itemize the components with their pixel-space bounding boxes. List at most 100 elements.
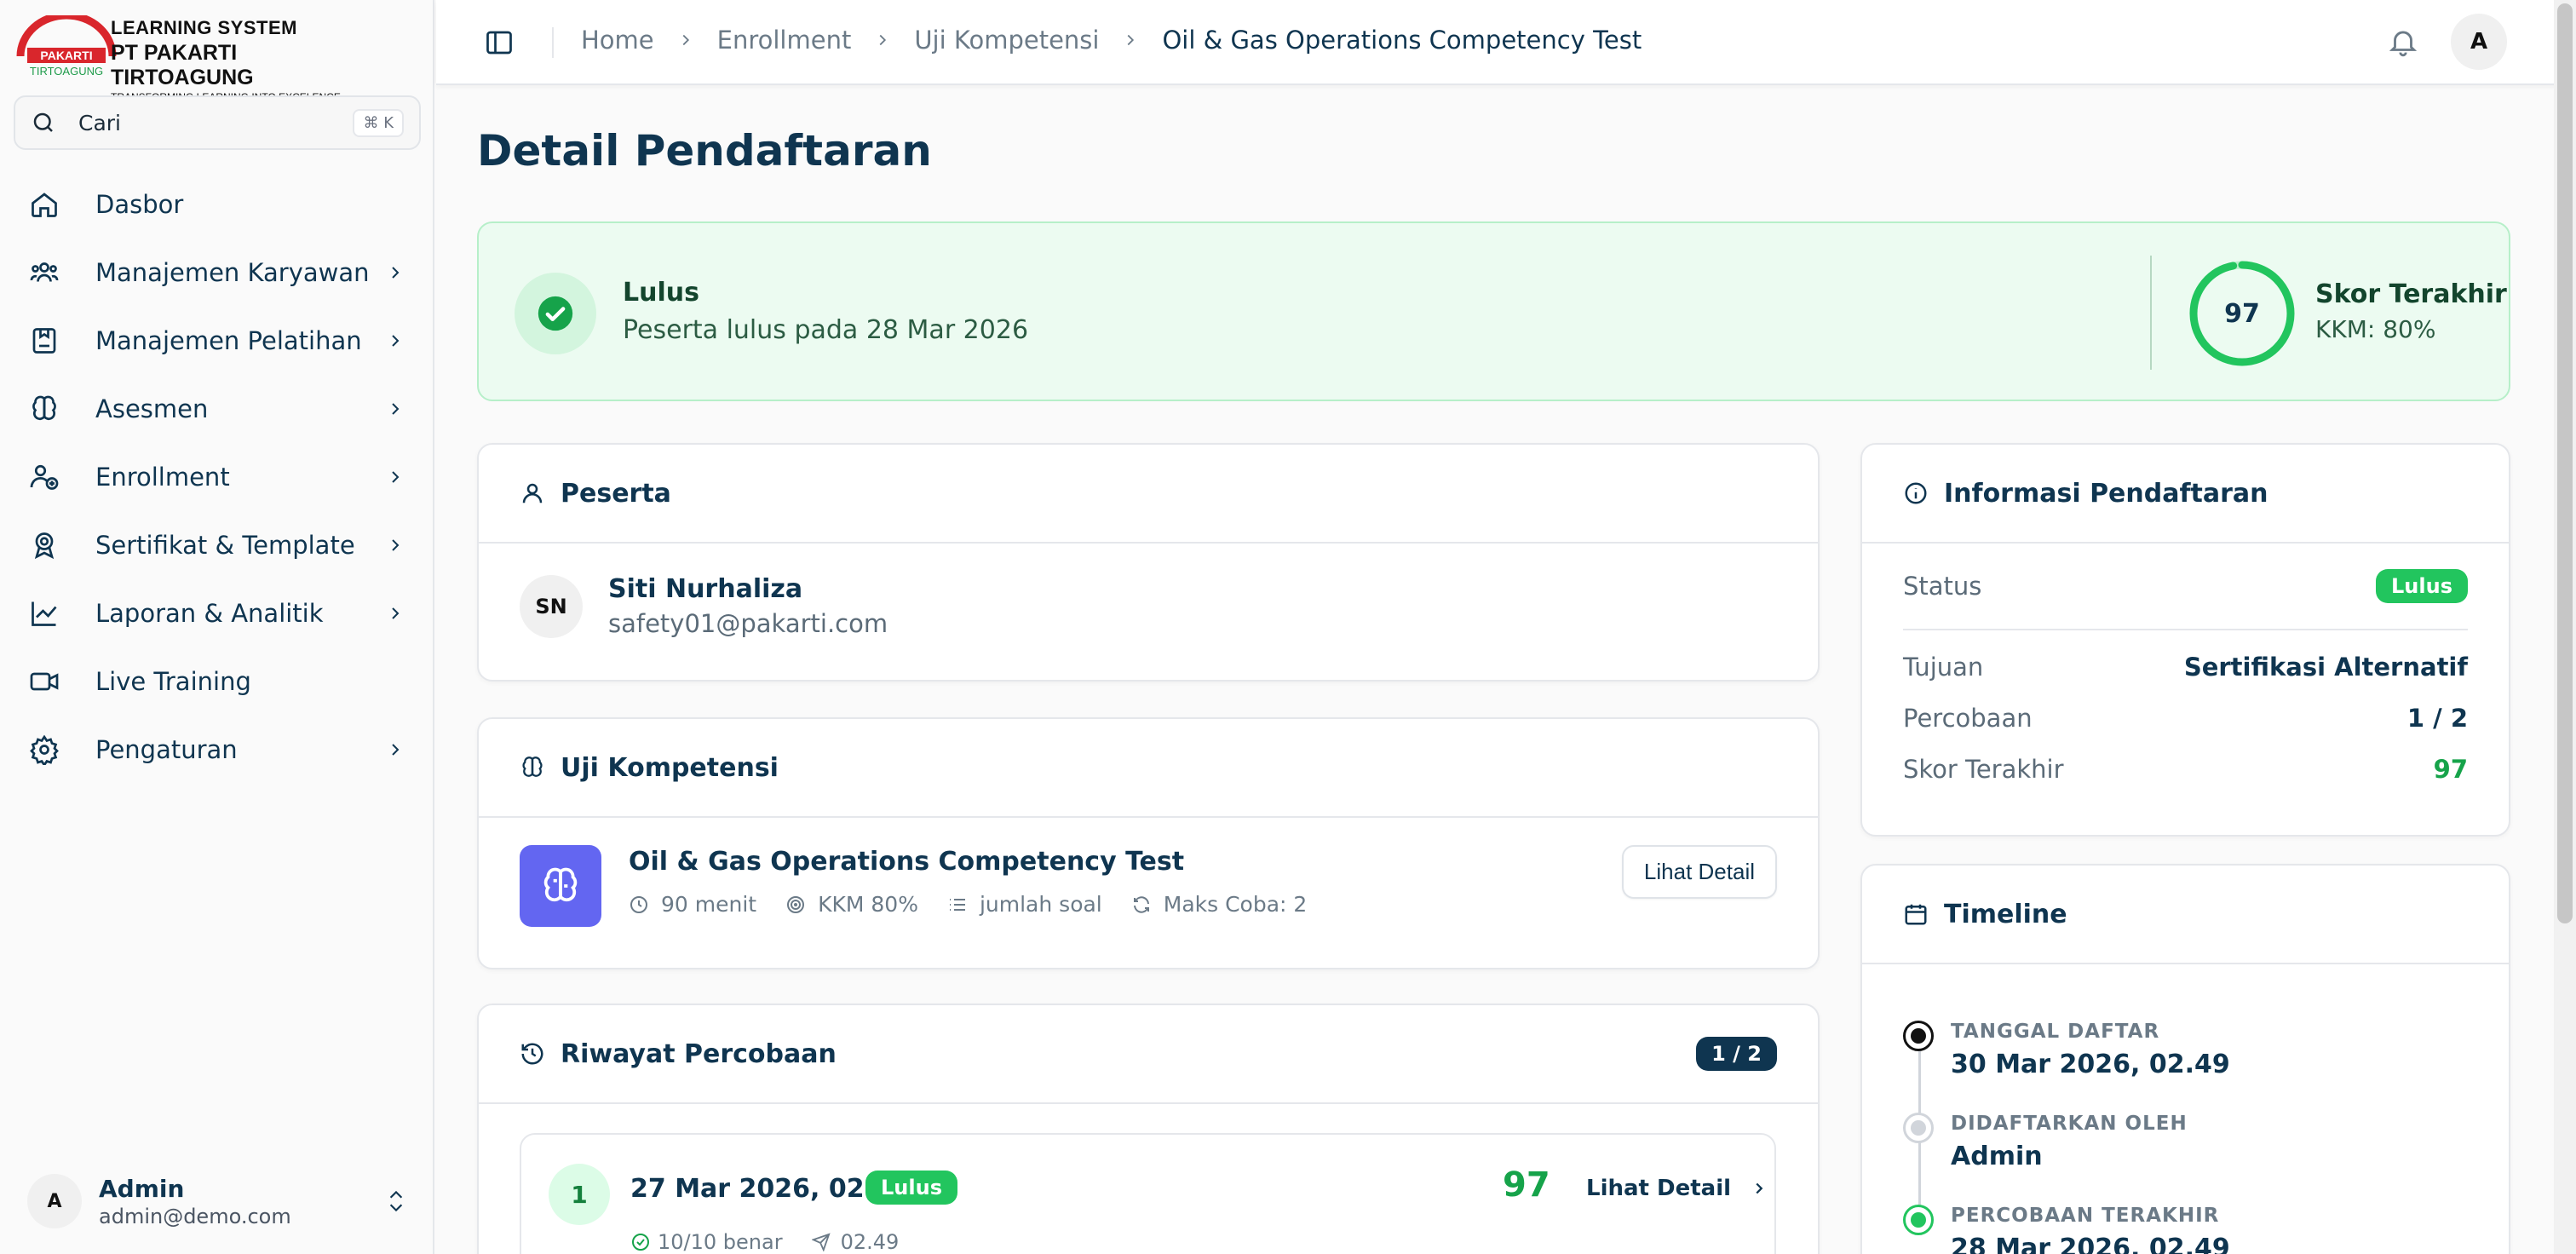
award-icon — [34, 532, 55, 560]
attempt-detail-link[interactable]: Lihat Detail — [1586, 1176, 1768, 1201]
gear-icon — [30, 734, 59, 765]
sidebar-item-sertifikat[interactable]: Sertifikat & Template — [14, 511, 421, 579]
check-circle-icon — [632, 1234, 649, 1251]
banner-divider — [2150, 256, 2152, 370]
timeline-label: PERCOBAAN TERAKHIR — [1951, 1205, 2220, 1227]
test-max-attempts: Maks Coba: 2 — [1163, 892, 1308, 917]
test-kkm: KKM 80% — [818, 892, 918, 917]
timeline-item: TANGGAL DAFTAR 30 Mar 2026, 02.49 — [1903, 1021, 2230, 1079]
score-ring-value: 97 — [2224, 298, 2260, 329]
top-bar: Home Enrollment Uji Kompetensi Oil & Gas… — [436, 0, 2576, 85]
sidebar-item-label: Sertifikat & Template — [95, 531, 355, 560]
chevron-right-icon — [392, 267, 400, 279]
timeline-item: DIDAFTARKAN OLEH Admin — [1903, 1113, 2188, 1171]
timeline-item: PERCOBAAN TERAKHIR 28 Mar 2026, 02.49 — [1903, 1205, 2230, 1254]
send-icon — [811, 1233, 831, 1251]
sidebar-item-label: Pengaturan — [95, 735, 238, 764]
sidebar-item-manajemen-pelatihan[interactable]: Manajemen Pelatihan — [14, 307, 421, 375]
sidebar-item-enrollment[interactable]: Enrollment — [14, 443, 421, 511]
chevron-right-icon — [879, 34, 887, 46]
sidebar-item-label: Laporan & Analitik — [95, 599, 324, 628]
brain-icon — [543, 867, 578, 902]
test-meta: 90 menit KKM 80% jumlah soal Maks Coba: … — [629, 892, 1622, 917]
chevron-right-icon — [392, 335, 400, 347]
banner-status: Lulus — [623, 278, 699, 308]
info-purpose-value: Sertifikasi Alternatif — [2183, 653, 2468, 682]
chevron-right-icon — [392, 471, 400, 483]
attempt-meta: 10/10 benar 02.49 — [630, 1230, 899, 1254]
clock-icon — [630, 895, 647, 913]
attempt-number: 1 — [549, 1164, 610, 1225]
score-label: Skor Terakhir — [2315, 279, 2507, 309]
participant-name: Siti Nurhaliza — [608, 574, 803, 604]
breadcrumb-enrollment[interactable]: Enrollment — [717, 26, 852, 55]
status-icon-wrap — [515, 273, 596, 354]
participant-section-title: Peserta — [561, 478, 671, 509]
header-divider — [552, 27, 554, 58]
logo-emblem-icon: PAKARTI TIRTOAGUNG — [16, 15, 117, 78]
timeline-label: DIDAFTARKAN OLEH — [1951, 1113, 2188, 1135]
sidebar-item-dasbor[interactable]: Dasbor — [14, 170, 421, 239]
info-purpose-label: Tujuan — [1903, 653, 1984, 682]
bell-icon[interactable] — [2387, 26, 2419, 58]
timeline-card: Timeline TANGGAL DAFTAR 30 Mar 2026, 02.… — [1860, 864, 2510, 1254]
timeline-section-title: Timeline — [1944, 899, 2067, 929]
refresh-icon — [1133, 895, 1149, 913]
test-icon — [520, 845, 601, 927]
sidebar-item-manajemen-karyawan[interactable]: Manajemen Karyawan — [14, 239, 421, 307]
sidebar-item-label: Asesmen — [95, 394, 209, 423]
info-status-label: Status — [1903, 572, 1982, 601]
chevron-right-icon — [1128, 34, 1135, 46]
test-section-title: Uji Kompetensi — [561, 752, 779, 783]
scrollbar-thumb[interactable] — [2557, 3, 2573, 923]
test-questions: jumlah soal — [979, 892, 1102, 917]
test-duration: 90 menit — [661, 892, 757, 917]
participant-avatar: SN — [520, 574, 583, 638]
target-icon — [787, 895, 805, 913]
user-email: admin@demo.com — [99, 1204, 291, 1228]
calendar-icon — [1905, 904, 1927, 925]
info-attempt-label: Percobaan — [1903, 704, 2033, 733]
avatar: A — [27, 1174, 82, 1228]
participant-email: safety01@pakarti.com — [608, 609, 888, 638]
user-menu[interactable]: A Admin admin@demo.com — [14, 1162, 421, 1240]
sidebar-item-laporan[interactable]: Laporan & Analitik — [14, 579, 421, 647]
enrollment-info-card: Informasi Pendaftaran Status Lulus Tujua… — [1860, 443, 2510, 837]
users-icon — [30, 262, 59, 282]
breadcrumb-current: Oil & Gas Operations Competency Test — [1162, 26, 1642, 55]
sidebar-item-pengaturan[interactable]: Pengaturan — [14, 716, 421, 784]
sidebar-item-label: Manajemen Pelatihan — [95, 326, 362, 355]
history-section-title: Riwayat Percobaan — [561, 1038, 837, 1069]
sidebar-toggle-icon[interactable] — [484, 27, 515, 58]
user-icon — [522, 483, 543, 503]
brand-name: PT PAKARTI TIRTOAGUNG — [111, 41, 254, 89]
training-icon — [32, 328, 56, 354]
chevron-right-icon — [392, 607, 400, 619]
search-input[interactable]: Cari ⌘ K — [14, 95, 421, 150]
timeline-dot-success — [1903, 1205, 1934, 1235]
attempt-history-card: Riwayat Percobaan 1 / 2 1 27 Mar 2026, 0… — [477, 1004, 1820, 1254]
participant-card: Peserta SN Siti Nurhaliza safety01@pakar… — [477, 443, 1820, 682]
company-logo[interactable]: PAKARTI TIRTOAGUNG LEARNING SYSTEM PT PA… — [15, 15, 373, 103]
user-plus-icon — [30, 464, 59, 490]
sidebar-item-asesmen[interactable]: Asesmen — [14, 375, 421, 443]
user-name: Admin — [99, 1174, 185, 1203]
sidebar-item-label: Manajemen Karyawan — [95, 258, 370, 287]
timeline-value: 30 Mar 2026, 02.49 — [1951, 1050, 2230, 1079]
sidebar-item-label: Live Training — [95, 667, 251, 696]
brand-top: LEARNING SYSTEM — [111, 17, 297, 38]
breadcrumb-home[interactable]: Home — [581, 26, 654, 55]
header-avatar[interactable]: A — [2451, 14, 2507, 70]
test-detail-button[interactable]: Lihat Detail — [1621, 845, 1777, 899]
timeline-value: Admin — [1951, 1142, 2043, 1171]
breadcrumb-uji-kompetensi[interactable]: Uji Kompetensi — [914, 26, 1099, 55]
search-shortcut: ⌘ K — [353, 108, 404, 137]
info-section-title: Informasi Pendaftaran — [1944, 478, 2268, 509]
test-name: Oil & Gas Operations Competency Test — [629, 847, 1185, 877]
attempt-row[interactable]: 1 27 Mar 2026, 02.49 Lulus 97 Lihat Deta… — [520, 1133, 1776, 1254]
brain-icon — [32, 395, 56, 421]
sidebar-item-live-training[interactable]: Live Training — [14, 647, 421, 716]
info-icon — [1905, 482, 1927, 504]
attempt-correct: 10/10 benar — [658, 1230, 783, 1254]
home-icon — [32, 193, 57, 217]
